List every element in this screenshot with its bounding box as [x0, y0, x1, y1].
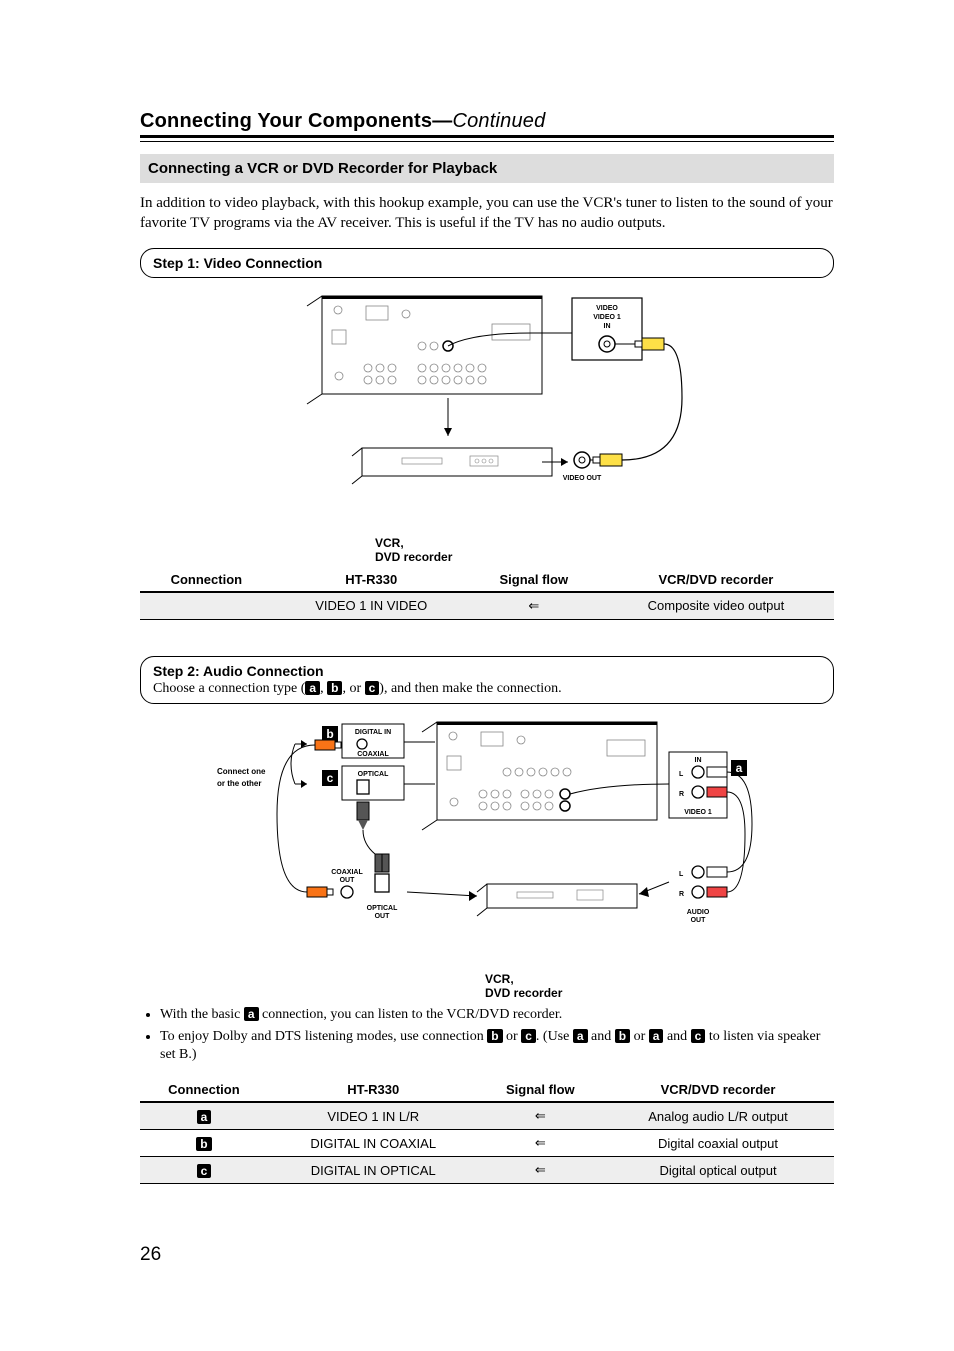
step2-device-caption: VCR, DVD recorder	[485, 972, 834, 1000]
step1-title: Step 1: Video Connection	[153, 255, 821, 271]
marker-b: b	[487, 1029, 502, 1043]
marker-c: c	[521, 1029, 536, 1043]
marker-a: a	[197, 1110, 212, 1124]
coaxial-out-label: COAXIALOUT	[331, 869, 363, 884]
marker-a: a	[305, 681, 320, 695]
l-label: L	[679, 771, 684, 778]
step1-device-caption: VCR, DVD recorder	[375, 536, 834, 564]
audio-out-label: AUDIOOUT	[687, 909, 710, 924]
table-header: VCR/DVD recorder	[602, 1078, 834, 1102]
coaxial-label: COAXIAL	[357, 751, 389, 758]
page-title: Connecting Your Components—Continued	[140, 110, 834, 133]
title-sep: —	[432, 110, 452, 132]
table-header: Connection	[140, 1078, 268, 1102]
diagram-marker-b: b	[326, 727, 333, 741]
video1-label: VIDEO 1	[684, 809, 712, 816]
marker-b: b	[196, 1137, 211, 1151]
marker-a: a	[649, 1029, 664, 1043]
page-number: 26	[140, 1244, 834, 1266]
step1-diagram: VIDEO VIDEO 1 IN VIDEO OUT	[272, 288, 702, 528]
step1-capsule: Step 1: Video Connection	[140, 248, 834, 278]
r-label-out: R	[679, 891, 684, 898]
jack-video-label: VIDEO	[596, 305, 618, 312]
diagram-marker-a: a	[736, 761, 743, 775]
table-header: HT-R330	[268, 1078, 479, 1102]
table-row: VIDEO 1 IN VIDEO ⇐ Composite video outpu…	[140, 592, 834, 620]
table-header: HT-R330	[273, 568, 470, 592]
table-row: a VIDEO 1 IN L/R ⇐ Analog audio L/R outp…	[140, 1102, 834, 1130]
table-header: Signal flow	[470, 568, 598, 592]
marker-c: c	[691, 1029, 706, 1043]
title-cont: Continued	[452, 110, 545, 132]
diagram-marker-c: c	[327, 771, 334, 785]
table-row: c DIGITAL IN OPTICAL ⇐ Digital optical o…	[140, 1157, 834, 1184]
table-header: Signal flow	[479, 1078, 602, 1102]
step2-diagram: DIGITAL IN COAXIAL b OPTICAL c Connect o…	[207, 714, 767, 964]
step2-title: Step 2: Audio Connection	[153, 663, 821, 679]
list-item: To enjoy Dolby and DTS listening modes, …	[160, 1028, 834, 1064]
list-item: With the basic a connection, you can lis…	[160, 1006, 834, 1024]
l-label-out: L	[679, 871, 684, 878]
table-header: VCR/DVD recorder	[598, 568, 834, 592]
marker-c: c	[365, 681, 380, 695]
r-label: R	[679, 791, 684, 798]
video-out-label: VIDEO OUT	[563, 475, 602, 482]
heading-rule	[140, 135, 834, 142]
marker-b: b	[615, 1029, 630, 1043]
step2-capsule: Step 2: Audio Connection Choose a connec…	[140, 656, 834, 704]
jack-in-label: IN	[604, 323, 611, 330]
optical-out-label: OPTICALOUT	[367, 905, 398, 920]
step2-notes: With the basic a connection, you can lis…	[140, 1006, 834, 1065]
section-heading: Connecting a VCR or DVD Recorder for Pla…	[140, 154, 834, 183]
optical-label: OPTICAL	[358, 771, 389, 778]
intro-paragraph: In addition to video playback, with this…	[140, 193, 834, 234]
title-main: Connecting Your Components	[140, 110, 432, 132]
table-header: Connection	[140, 568, 273, 592]
step2-instruction: Choose a connection type (a, b, or c), a…	[153, 681, 821, 697]
step2-table: Connection HT-R330 Signal flow VCR/DVD r…	[140, 1078, 834, 1184]
table-row: b DIGITAL IN COAXIAL ⇐ Digital coaxial o…	[140, 1130, 834, 1157]
connect-one-text: Connect oneor the other	[217, 767, 266, 788]
marker-b: b	[327, 681, 342, 695]
in-label: IN	[695, 757, 702, 764]
marker-a: a	[244, 1007, 259, 1021]
step1-table: Connection HT-R330 Signal flow VCR/DVD r…	[140, 568, 834, 620]
marker-a: a	[573, 1029, 588, 1043]
jack-video1-label: VIDEO 1	[593, 314, 621, 321]
marker-c: c	[197, 1164, 212, 1178]
digital-in-label: DIGITAL IN	[355, 729, 391, 736]
